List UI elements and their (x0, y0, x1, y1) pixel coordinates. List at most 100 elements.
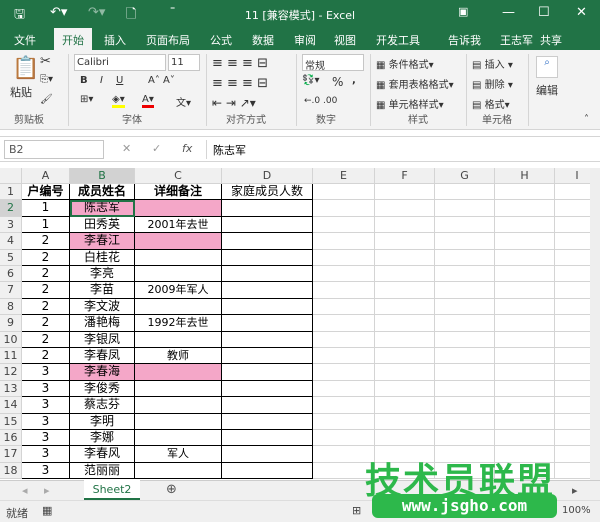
cell-H7[interactable] (495, 282, 555, 299)
cell-D14[interactable] (222, 397, 313, 414)
insert-cells-button[interactable]: ▤ 插入 ▾ (472, 56, 513, 71)
cell-I16[interactable] (555, 430, 590, 447)
cell-G8[interactable] (435, 298, 495, 316)
scroll-right-icon[interactable]: ▸ (572, 484, 578, 497)
cell-E4[interactable] (313, 233, 375, 250)
cell-H1[interactable] (495, 184, 555, 201)
minimize-icon[interactable]: — (502, 5, 515, 20)
column-header-D[interactable]: D (222, 168, 313, 184)
tab-2[interactable]: 插入 (104, 32, 126, 48)
currency-icon[interactable]: 💱▾ (302, 75, 319, 86)
cell-D7[interactable] (222, 282, 313, 299)
cell-B4[interactable]: 李春江 (70, 233, 135, 250)
cut-icon[interactable]: ✂ (40, 54, 51, 69)
cell-A3[interactable]: 1 (22, 216, 70, 234)
italic-button[interactable]: I (100, 75, 103, 86)
cell-I3[interactable] (555, 217, 590, 234)
cell-I14[interactable] (555, 397, 590, 414)
cell-G11[interactable] (435, 348, 495, 365)
cell-H2[interactable] (495, 200, 555, 217)
font-size-select[interactable]: 11 (168, 54, 200, 71)
paste-button[interactable]: 粘贴 (10, 84, 32, 100)
cell-I9[interactable] (555, 315, 590, 332)
cell-B14[interactable]: 蔡志芬 (70, 397, 135, 414)
fill-color-icon[interactable]: ◈▾ (112, 94, 125, 108)
cell-G3[interactable] (435, 216, 495, 234)
cell-G2[interactable] (435, 200, 495, 217)
cell-styles-button[interactable]: ▦ 单元格样式▾ (376, 96, 444, 111)
row-header-2[interactable]: 2 (0, 200, 22, 217)
column-header-B[interactable]: B (70, 168, 135, 184)
insert-function-button[interactable]: fx (182, 142, 192, 155)
cell-B8[interactable]: 李文波 (70, 298, 135, 316)
cell-G12[interactable] (435, 364, 495, 381)
cell-C7[interactable]: 2009年军人 (135, 282, 222, 299)
sheet-tab-sheet2[interactable]: Sheet2 (84, 480, 140, 500)
cell-B17[interactable]: 李春风 (70, 446, 135, 463)
collapse-ribbon-icon[interactable]: ˄ (584, 114, 589, 125)
cell-E15[interactable] (313, 413, 375, 430)
cell-G6[interactable] (435, 266, 495, 283)
cell-G13[interactable] (435, 380, 495, 398)
cell-F5[interactable] (375, 249, 435, 266)
cell-A18[interactable]: 3 (22, 462, 70, 480)
border-icon[interactable]: ⊞▾ (80, 94, 93, 105)
format-painter-icon[interactable]: 🖌 (40, 94, 53, 105)
cell-H9[interactable] (495, 315, 555, 332)
cell-H10[interactable] (495, 331, 555, 348)
cell-G9[interactable] (435, 315, 495, 332)
cell-G1[interactable] (435, 184, 495, 201)
cell-E6[interactable] (313, 266, 375, 283)
cancel-icon[interactable]: ✕ (122, 142, 131, 155)
row-header-14[interactable]: 14 (0, 397, 22, 414)
cell-B1[interactable]: 成员姓名 (70, 184, 135, 201)
cell-I2[interactable] (555, 200, 590, 217)
cell-E13[interactable] (313, 380, 375, 398)
indent-icon[interactable]: ⇤ ⇥ ↗▾ (212, 96, 256, 110)
row-header-15[interactable]: 15 (0, 413, 22, 430)
vertical-scrollbar[interactable] (590, 168, 600, 480)
cell-H16[interactable] (495, 430, 555, 447)
cell-D10[interactable] (222, 331, 313, 348)
tab-8[interactable]: 开发工具 (376, 32, 420, 48)
cell-C1[interactable]: 详细备注 (135, 184, 222, 201)
cell-H6[interactable] (495, 266, 555, 283)
name-box[interactable]: B2 (4, 140, 104, 159)
grow-font-icon[interactable]: A˄ A˅ (148, 75, 175, 86)
enter-icon[interactable]: ✓ (152, 142, 161, 155)
cell-C2[interactable] (135, 200, 222, 217)
select-all-corner[interactable] (0, 168, 22, 184)
cell-E1[interactable] (313, 184, 375, 201)
cell-F6[interactable] (375, 266, 435, 283)
cell-C12[interactable] (135, 364, 222, 381)
cell-I17[interactable] (555, 446, 590, 463)
cell-H5[interactable] (495, 249, 555, 266)
cell-F7[interactable] (375, 282, 435, 299)
spreadsheet-grid[interactable]: A B C D E F G H I 1 户编号 成员姓名 详细备注 家庭成员人数 2 1 陈志军 3 1 田秀英 200… (0, 168, 590, 480)
column-header-G[interactable]: G (435, 168, 495, 184)
cell-B15[interactable]: 李明 (70, 413, 135, 430)
cell-F11[interactable] (375, 348, 435, 365)
cell-B16[interactable]: 李娜 (70, 430, 135, 447)
row-header-4[interactable]: 4 (0, 233, 22, 250)
add-sheet-icon[interactable]: ⊕ (166, 482, 177, 497)
cell-A4[interactable]: 2 (22, 233, 70, 250)
cell-G7[interactable] (435, 282, 495, 299)
column-header-H[interactable]: H (495, 168, 555, 184)
cell-B11[interactable]: 李春凤 (70, 348, 135, 365)
cell-B13[interactable]: 李俊秀 (70, 380, 135, 398)
tab-7[interactable]: 视图 (334, 32, 356, 48)
cell-A1[interactable]: 户编号 (22, 184, 70, 201)
cell-D3[interactable] (222, 216, 313, 234)
tab-6[interactable]: 审阅 (294, 32, 316, 48)
cell-F15[interactable] (375, 413, 435, 430)
cell-I7[interactable] (555, 282, 590, 299)
cell-D5[interactable] (222, 249, 313, 266)
cell-E11[interactable] (313, 348, 375, 365)
cell-B18[interactable]: 范丽丽 (70, 462, 135, 480)
cell-B6[interactable]: 李亮 (70, 266, 135, 283)
tab-3[interactable]: 页面布局 (146, 32, 190, 48)
cell-A12[interactable]: 3 (22, 364, 70, 381)
cell-H11[interactable] (495, 348, 555, 365)
cell-C5[interactable] (135, 249, 222, 266)
